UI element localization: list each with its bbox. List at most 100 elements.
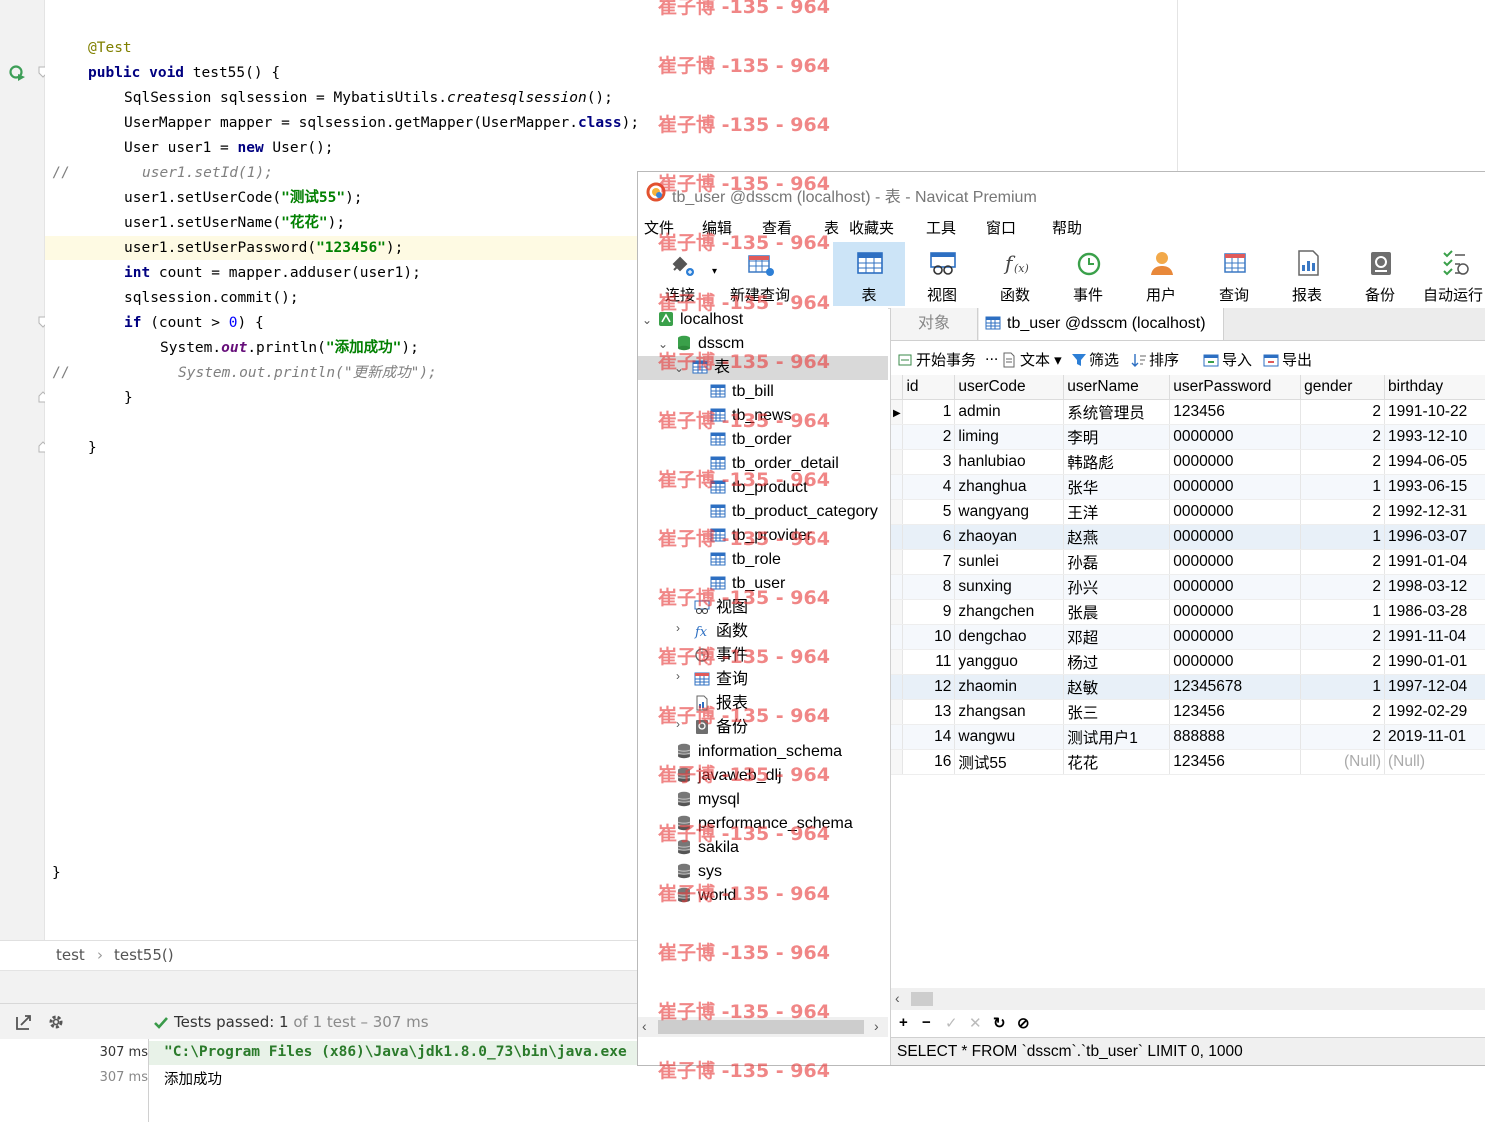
table-cell[interactable]: 1991-01-04 bbox=[1384, 549, 1485, 575]
table-cell[interactable]: 2 bbox=[1300, 724, 1385, 750]
table-cell[interactable]: 1991-10-22 bbox=[1384, 399, 1485, 425]
new-query-button[interactable]: 新建查询 bbox=[724, 242, 796, 306]
table-cell[interactable]: 韩路彪 bbox=[1063, 449, 1171, 475]
chevron-right-icon[interactable]: › bbox=[676, 669, 680, 683]
query-button[interactable]: 查询 bbox=[1198, 242, 1270, 306]
table-row[interactable]: 10 dengchao 邓超 0000000 2 1991-11-04 bbox=[891, 624, 1485, 650]
menu-table[interactable]: 表 bbox=[824, 217, 839, 238]
tree-item-backups[interactable]: 备份 bbox=[694, 716, 748, 740]
begin-transaction-button[interactable]: 开始事务 bbox=[897, 349, 976, 370]
table-cell[interactable]: 0000000 bbox=[1169, 574, 1302, 600]
tree-item-views[interactable]: 视图 bbox=[694, 596, 748, 620]
table-cell[interactable]: 12345678 bbox=[1169, 674, 1302, 700]
row-marker[interactable] bbox=[891, 449, 904, 475]
tab-table-data[interactable]: tb_user @dsscm (localhost) ... bbox=[979, 308, 1224, 364]
menu-help[interactable]: 帮助 bbox=[1052, 217, 1082, 238]
view-button[interactable]: 视图 bbox=[906, 242, 978, 306]
table-cell[interactable]: 孙磊 bbox=[1063, 549, 1171, 575]
breadcrumb-item[interactable]: test55() bbox=[114, 946, 174, 964]
table-cell[interactable]: zhanghua bbox=[954, 474, 1065, 500]
table-cell[interactable]: 1993-12-10 bbox=[1384, 424, 1485, 450]
table-cell[interactable]: 1997-12-04 bbox=[1384, 674, 1485, 700]
scroll-right-icon[interactable]: › bbox=[874, 1018, 879, 1034]
tree-item-table[interactable]: tb_provider bbox=[710, 524, 812, 548]
tree-item-database[interactable]: world bbox=[676, 884, 736, 908]
table-row[interactable]: 4 zhanghua 张华 0000000 1 1993-06-15 bbox=[891, 474, 1485, 500]
filter-button[interactable]: 筛选 bbox=[1071, 349, 1119, 370]
stop-button[interactable]: ⊘ bbox=[1017, 1014, 1030, 1032]
table-cell[interactable]: 3 bbox=[902, 449, 956, 475]
tree-item-table[interactable]: tb_role bbox=[710, 548, 781, 572]
table-cell[interactable]: sunlei bbox=[954, 549, 1065, 575]
tree-item-connection[interactable]: localhost bbox=[658, 308, 743, 332]
row-marker[interactable] bbox=[891, 524, 904, 550]
breadcrumb-item[interactable]: test bbox=[56, 946, 85, 964]
table-cell[interactable]: 李明 bbox=[1063, 424, 1171, 450]
navigation-tree[interactable]: ⌄ localhost ⌄ dsscm ⌄ 表 tb_bill tb_news tb… bbox=[638, 308, 888, 1016]
row-marker[interactable] bbox=[891, 474, 904, 500]
table-cell[interactable]: sunxing bbox=[954, 574, 1065, 600]
table-cell[interactable]: 赵燕 bbox=[1063, 524, 1171, 550]
tree-item-table[interactable]: tb_product_category bbox=[710, 500, 878, 524]
apply-changes-button[interactable]: ✓ bbox=[945, 1014, 958, 1032]
table-cell[interactable]: 8 bbox=[902, 574, 956, 600]
table-cell[interactable]: 1996-03-07 bbox=[1384, 524, 1485, 550]
run-test-icon[interactable] bbox=[8, 64, 26, 82]
table-cell[interactable]: 2 bbox=[1300, 574, 1385, 600]
table-row[interactable]: 13 zhangsan 张三 123456 2 1992-02-29 bbox=[891, 699, 1485, 725]
tree-item-database[interactable]: javaweb_dlj bbox=[676, 764, 782, 788]
column-header[interactable]: userPassword bbox=[1169, 375, 1302, 400]
table-cell[interactable]: 123456 bbox=[1169, 749, 1302, 775]
table-cell[interactable]: wangwu bbox=[954, 724, 1065, 750]
column-header[interactable]: userCode bbox=[954, 375, 1065, 400]
table-cell[interactable]: 14 bbox=[902, 724, 956, 750]
table-cell[interactable]: admin bbox=[954, 399, 1065, 425]
table-cell[interactable]: 测试用户1 bbox=[1063, 724, 1171, 750]
chevron-down-icon[interactable]: ⌄ bbox=[658, 337, 668, 351]
table-cell[interactable]: 2 bbox=[1300, 699, 1385, 725]
table-cell[interactable]: 1991-11-04 bbox=[1384, 624, 1485, 650]
table-cell[interactable]: 1 bbox=[902, 399, 956, 425]
console-panel[interactable]: 307 ms 307 ms "C:\Program Files (x86)\Ja… bbox=[0, 1039, 640, 1122]
table-cell[interactable]: zhangchen bbox=[954, 599, 1065, 625]
row-marker[interactable] bbox=[891, 424, 904, 450]
table-cell[interactable]: 0000000 bbox=[1169, 524, 1302, 550]
table-cell[interactable]: 1992-12-31 bbox=[1384, 499, 1485, 525]
table-cell[interactable]: 0000000 bbox=[1169, 474, 1302, 500]
discard-changes-button[interactable]: ✕ bbox=[969, 1014, 982, 1032]
tab-objects[interactable]: 对象 bbox=[891, 308, 978, 340]
table-cell[interactable]: wangyang bbox=[954, 499, 1065, 525]
scrollbar-thumb[interactable] bbox=[658, 1020, 864, 1034]
column-header[interactable]: userName bbox=[1063, 375, 1171, 400]
add-record-button[interactable]: + bbox=[899, 1014, 908, 1031]
table-cell[interactable]: 2 bbox=[1300, 449, 1385, 475]
sort-button[interactable]: 排序 bbox=[1131, 349, 1179, 370]
table-row[interactable]: 5 wangyang 王洋 0000000 2 1992-12-31 bbox=[891, 499, 1485, 525]
backup-button[interactable]: 备份 bbox=[1344, 242, 1416, 306]
table-cell[interactable]: 9 bbox=[902, 599, 956, 625]
table-cell[interactable]: 0000000 bbox=[1169, 599, 1302, 625]
export-button[interactable]: 导出 bbox=[1263, 349, 1312, 370]
table-cell[interactable]: 系统管理员 bbox=[1063, 399, 1171, 425]
table-cell[interactable]: 1990-01-01 bbox=[1384, 649, 1485, 675]
table-cell[interactable]: 花花 bbox=[1063, 749, 1171, 775]
table-cell[interactable]: 孙兴 bbox=[1063, 574, 1171, 600]
chevron-down-icon[interactable]: ▾ bbox=[712, 266, 717, 277]
tree-horizontal-scrollbar[interactable]: ‹ › bbox=[638, 1017, 888, 1037]
grid-horizontal-scrollbar[interactable]: ‹ bbox=[891, 988, 1485, 1010]
import-button[interactable]: 导入 bbox=[1203, 349, 1252, 370]
tree-item-database[interactable]: performance_schema bbox=[676, 812, 853, 836]
table-cell[interactable]: 123456 bbox=[1169, 399, 1302, 425]
table-cell[interactable]: (Null) bbox=[1300, 749, 1385, 775]
table-cell[interactable]: zhaoyan bbox=[954, 524, 1065, 550]
table-cell[interactable]: 1994-06-05 bbox=[1384, 449, 1485, 475]
table-cell[interactable]: 0000000 bbox=[1169, 649, 1302, 675]
row-marker[interactable] bbox=[891, 499, 904, 525]
row-marker[interactable] bbox=[891, 749, 904, 775]
table-cell[interactable]: (Null) bbox=[1384, 749, 1485, 775]
gear-icon[interactable] bbox=[46, 1012, 66, 1032]
table-cell[interactable]: 5 bbox=[902, 499, 956, 525]
tree-item-database[interactable]: mysql bbox=[676, 788, 740, 812]
tree-item-database[interactable]: dsscm bbox=[676, 332, 744, 356]
row-marker[interactable] bbox=[891, 549, 904, 575]
